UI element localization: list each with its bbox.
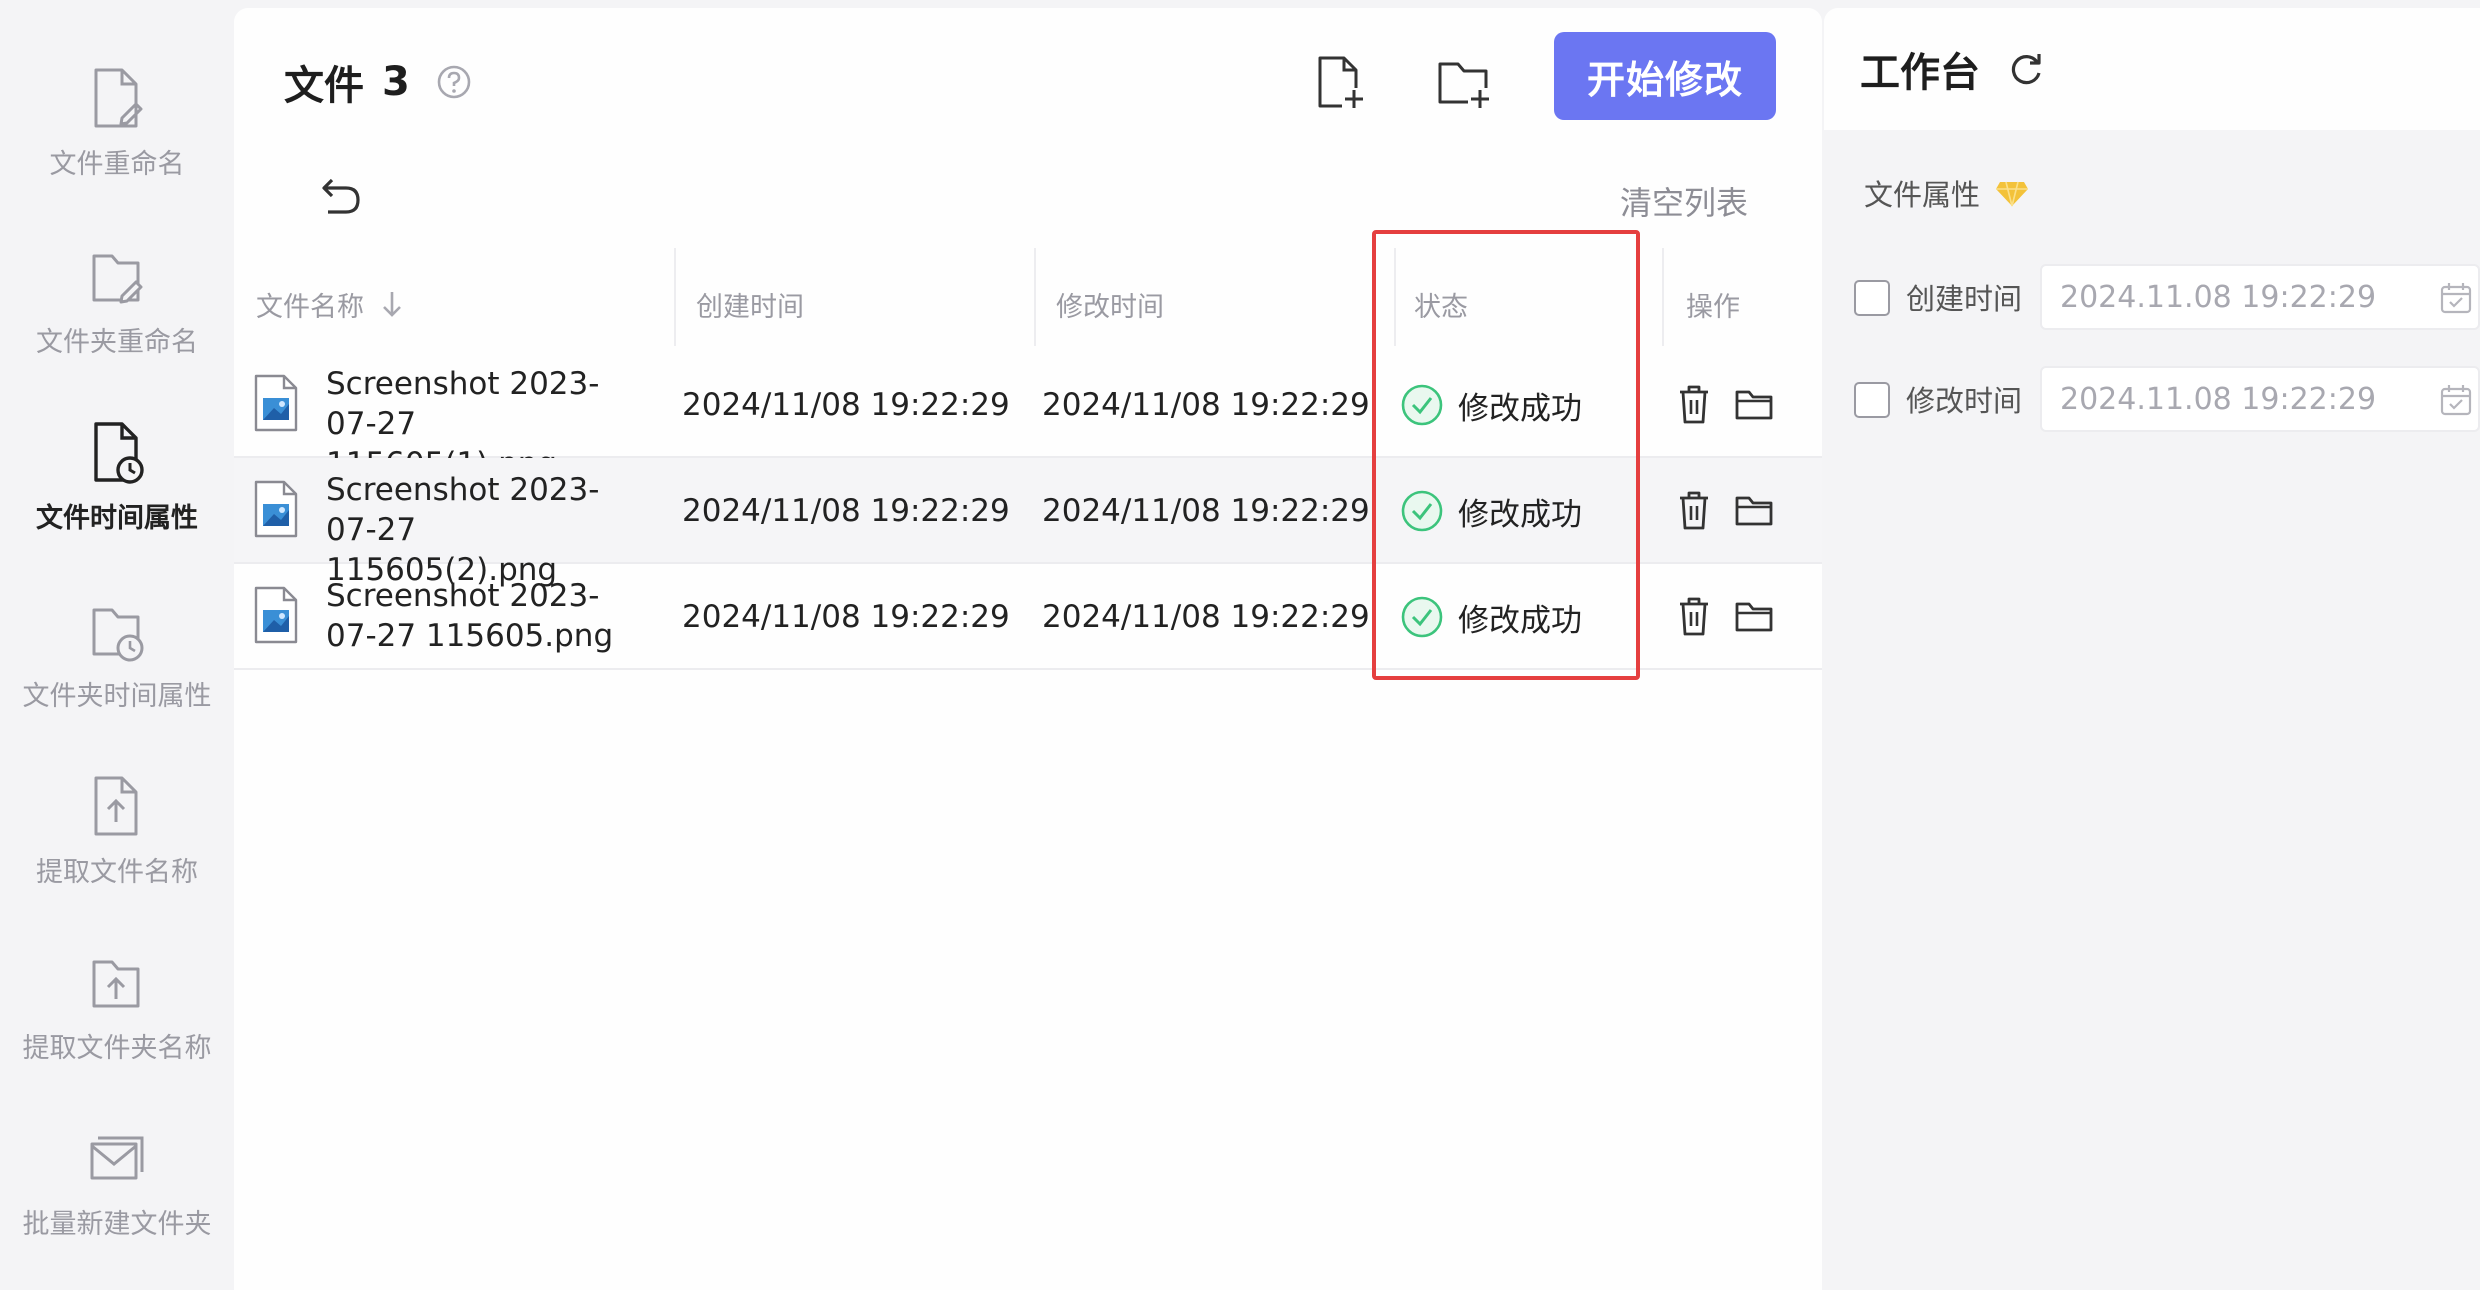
- file-edit-icon: [94, 68, 143, 128]
- file-list-panel: 文件 3 开始修改 清空列表 文件名称 创建时间 修改时间 状态 操作 Scre…: [234, 8, 1822, 1290]
- table-row[interactable]: Screenshot 2023-07-27 115605.png 2024/11…: [234, 564, 1822, 670]
- column-divider: [1662, 248, 1664, 346]
- workbench-header: 工作台: [1824, 8, 2480, 130]
- undo-icon[interactable]: [314, 172, 364, 218]
- image-file-icon: [254, 480, 298, 538]
- column-header-status: 状态: [1414, 291, 1468, 323]
- column-divider: [1394, 248, 1396, 346]
- delete-icon[interactable]: [1674, 382, 1714, 426]
- success-check-icon: [1401, 596, 1443, 638]
- new-folder-mail-icon: [90, 1136, 144, 1180]
- open-folder-icon[interactable]: [1734, 488, 1774, 532]
- sidebar-item-label: 文件时间属性: [36, 503, 198, 534]
- folder-upload-icon: [92, 960, 140, 1008]
- sidebar-item-label: 提取文件夹名称: [22, 1033, 212, 1064]
- created-time-checkbox[interactable]: [1854, 280, 1890, 316]
- modified-time-label: 修改时间: [1906, 384, 2023, 418]
- column-header-modified: 修改时间: [1056, 291, 1164, 323]
- sidebar-item-extract-folder-names[interactable]: 提取文件夹名称: [0, 950, 234, 1100]
- add-file-icon[interactable]: [1312, 52, 1368, 112]
- modified-time-row: 修改时间: [1854, 366, 2480, 432]
- table-header: 文件名称 创建时间 修改时间 状态 操作: [234, 248, 1822, 360]
- column-divider: [1034, 248, 1036, 346]
- sidebar-item-file-rename[interactable]: 文件重命名: [0, 66, 234, 216]
- clear-list-button[interactable]: 清空列表: [1620, 178, 1748, 224]
- sidebar-item-label: 文件夹时间属性: [22, 681, 212, 712]
- modified-time-input[interactable]: [2040, 366, 2480, 432]
- created-time: 2024/11/08 19:22:29: [682, 387, 1010, 423]
- open-folder-icon[interactable]: [1734, 382, 1774, 426]
- sidebar-item-extract-file-names[interactable]: 提取文件名称: [0, 774, 234, 924]
- file-name: Screenshot 2023-07-27 115605.png: [326, 578, 614, 654]
- modified-time: 2024/11/08 19:22:29: [1042, 387, 1370, 423]
- modified-time: 2024/11/08 19:22:29: [1042, 493, 1370, 529]
- column-header-created: 创建时间: [696, 291, 804, 323]
- status-text: 修改成功: [1458, 602, 1582, 639]
- file-upload-icon: [94, 776, 138, 836]
- workbench-panel: 工作台 文件属性 创建时间 修改时间: [1824, 8, 2480, 1290]
- add-folder-icon[interactable]: [1434, 52, 1494, 112]
- sidebar-item-folder-rename[interactable]: 文件夹重命名: [0, 244, 234, 394]
- start-modify-button[interactable]: 开始修改: [1554, 32, 1776, 120]
- open-folder-icon[interactable]: [1734, 594, 1774, 638]
- premium-diamond-icon: [1996, 181, 2029, 207]
- page-title-text: 文件: [284, 63, 364, 109]
- sidebar-item-folder-time[interactable]: 文件夹时间属性: [0, 598, 234, 748]
- delete-icon[interactable]: [1674, 488, 1714, 532]
- file-count: 3: [382, 59, 410, 105]
- success-check-icon: [1401, 490, 1443, 532]
- refresh-icon[interactable]: [2006, 49, 2046, 89]
- table-row[interactable]: Screenshot 2023-07-27 115605(2).png 2024…: [234, 458, 1822, 588]
- image-file-icon: [254, 374, 298, 432]
- modified-time-checkbox[interactable]: [1854, 382, 1890, 418]
- sidebar-item-label: 批量新建文件夹: [22, 1209, 212, 1240]
- calendar-icon[interactable]: [2438, 382, 2474, 418]
- sidebar-item-file-time[interactable]: 文件时间属性: [0, 420, 234, 570]
- status-text: 修改成功: [1458, 390, 1582, 427]
- sidebar-item-label: 文件重命名: [49, 149, 185, 180]
- modified-time: 2024/11/08 19:22:29: [1042, 599, 1370, 635]
- created-time-input[interactable]: [2040, 264, 2480, 330]
- folder-edit-icon: [92, 254, 143, 304]
- created-time: 2024/11/08 19:22:29: [682, 599, 1010, 635]
- sidebar: 文件重命名 文件夹重命名 文件时间属性 文件夹时间属性 提取文件名称 提取文件夹…: [0, 0, 234, 1290]
- file-attributes-section: 文件属性: [1864, 172, 2030, 214]
- created-time-label: 创建时间: [1906, 282, 2023, 316]
- status-cell: 修改成功: [1400, 352, 1582, 458]
- column-divider: [674, 248, 676, 346]
- image-file-icon: [254, 586, 298, 644]
- help-icon[interactable]: [436, 64, 472, 100]
- table-row[interactable]: Screenshot 2023-07-27 115605(1).png 2024…: [234, 352, 1822, 482]
- delete-icon[interactable]: [1674, 594, 1714, 638]
- column-header-label: 文件名称: [256, 291, 364, 323]
- page-title: 文件 3: [284, 52, 472, 112]
- workbench-title: 工作台: [1860, 50, 1980, 96]
- calendar-icon[interactable]: [2438, 280, 2474, 316]
- column-header-name[interactable]: 文件名称: [256, 248, 404, 360]
- sidebar-item-batch-new-folder[interactable]: 批量新建文件夹: [0, 1126, 234, 1276]
- sidebar-item-label: 文件夹重命名: [36, 327, 198, 358]
- status-cell: 修改成功: [1400, 564, 1582, 670]
- sort-down-icon[interactable]: [380, 289, 404, 319]
- success-check-icon: [1401, 384, 1443, 426]
- status-text: 修改成功: [1458, 496, 1582, 533]
- created-time-row: 创建时间: [1854, 264, 2480, 330]
- file-clock-icon: [94, 422, 144, 484]
- column-header-actions: 操作: [1686, 291, 1740, 323]
- section-label: 文件属性: [1864, 178, 1981, 212]
- sidebar-item-label: 提取文件名称: [36, 857, 198, 888]
- created-time: 2024/11/08 19:22:29: [682, 493, 1010, 529]
- status-cell: 修改成功: [1400, 458, 1582, 564]
- folder-clock-icon: [92, 608, 144, 662]
